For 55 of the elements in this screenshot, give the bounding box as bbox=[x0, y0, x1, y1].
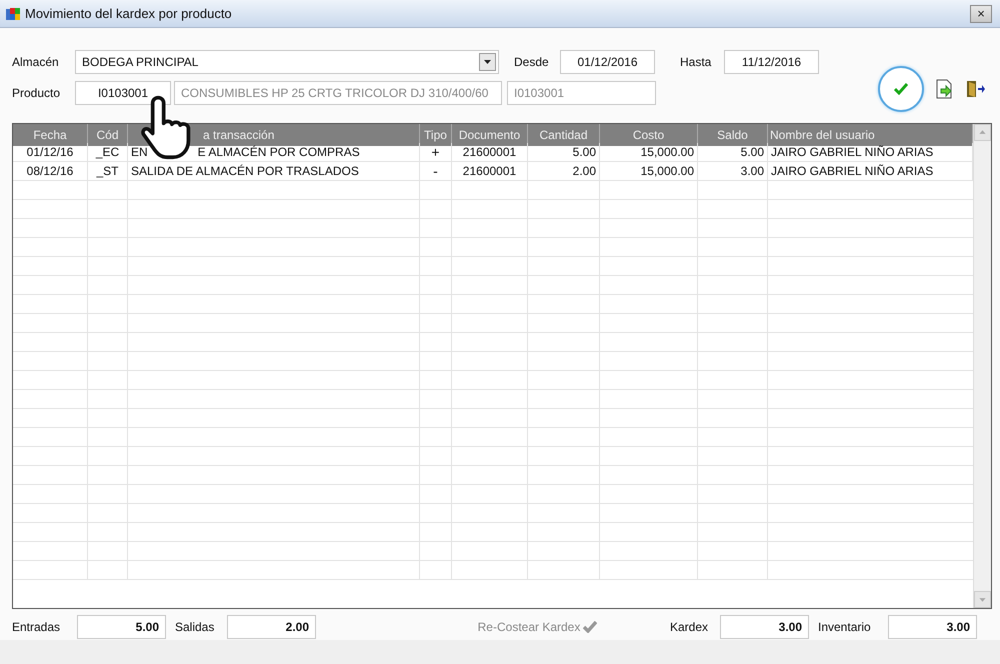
column-header[interactable]: Tipo bbox=[420, 124, 452, 146]
check-icon bbox=[583, 621, 598, 633]
total-field: 2.00 bbox=[227, 615, 316, 639]
table-cell-text: E ALMACÉN POR COMPRAS bbox=[198, 144, 360, 161]
total-field: 3.00 bbox=[720, 615, 809, 639]
almacen-dropdown[interactable]: BODEGA PRINCIPAL bbox=[75, 50, 499, 74]
table-cell: 5.00 bbox=[528, 143, 600, 162]
table-cell: + bbox=[420, 143, 452, 162]
product-description-field: CONSUMIBLES HP 25 CRTG TRICOLOR DJ 310/400/60 bbox=[174, 81, 502, 105]
app-icon bbox=[6, 6, 20, 20]
column-header[interactable]: Cantidad bbox=[528, 124, 600, 146]
table-cell: 15,000.00 bbox=[600, 162, 698, 181]
total-label: Salidas bbox=[175, 619, 216, 636]
field-label: Hasta bbox=[680, 54, 712, 71]
total-label: Entradas bbox=[12, 619, 62, 636]
close-button[interactable]: × bbox=[970, 4, 992, 22]
column-header[interactable]: Fecha bbox=[13, 124, 88, 146]
table-cell-text: EN bbox=[131, 144, 148, 161]
table-cell: 21600001 bbox=[452, 143, 528, 162]
table-cell: JAIRO GABRIEL NIÑO ARIAS bbox=[768, 162, 973, 181]
table-cell: 3.00 bbox=[698, 162, 768, 181]
window-title: Movimiento del kardex por producto bbox=[25, 4, 232, 23]
table-cell: 15,000.00 bbox=[600, 143, 698, 162]
column-header[interactable]: Costo bbox=[600, 124, 698, 146]
column-header[interactable]: Cód bbox=[88, 124, 128, 146]
table-cell: _EC bbox=[88, 143, 128, 162]
export-icon[interactable] bbox=[936, 79, 954, 99]
confirm-button[interactable] bbox=[878, 66, 924, 112]
product-code-field[interactable]: I0103001 bbox=[75, 81, 171, 105]
table-cell: - bbox=[420, 162, 452, 181]
column-header[interactable]: Documento bbox=[452, 124, 528, 146]
table-cell: 08/12/16 bbox=[13, 162, 88, 181]
table-cell: 2.00 bbox=[528, 162, 600, 181]
scroll-up-icon[interactable] bbox=[974, 124, 991, 141]
table-cell-text: SALIDA DE ALMACÉN POR TRASLADOS bbox=[131, 163, 359, 180]
total-field: 3.00 bbox=[888, 615, 977, 639]
total-label: Inventario bbox=[818, 619, 872, 636]
date-field[interactable]: 01/12/2016 bbox=[560, 50, 655, 74]
date-field[interactable]: 11/12/2016 bbox=[724, 50, 819, 74]
table-cell: 21600001 bbox=[452, 162, 528, 181]
field-label: Desde bbox=[514, 54, 550, 71]
field-label: Producto bbox=[12, 85, 62, 102]
product-code-field: I0103001 bbox=[507, 81, 656, 105]
column-header[interactable]: Saldo bbox=[698, 124, 768, 146]
column-header[interactable]: Nombre del usuario bbox=[768, 124, 973, 146]
check-icon bbox=[894, 83, 908, 95]
scroll-down-icon[interactable] bbox=[974, 591, 991, 608]
exit-door-icon[interactable] bbox=[966, 80, 986, 98]
table-cell: 5.00 bbox=[698, 143, 768, 162]
table-cell: JAIRO GABRIEL NIÑO ARIAS bbox=[768, 143, 973, 162]
total-field: 5.00 bbox=[77, 615, 166, 639]
field-label: Almacén bbox=[12, 54, 60, 71]
table-cell: _ST bbox=[88, 162, 128, 181]
table-cell: 01/12/16 bbox=[13, 143, 88, 162]
total-label: Kardex bbox=[670, 619, 710, 636]
